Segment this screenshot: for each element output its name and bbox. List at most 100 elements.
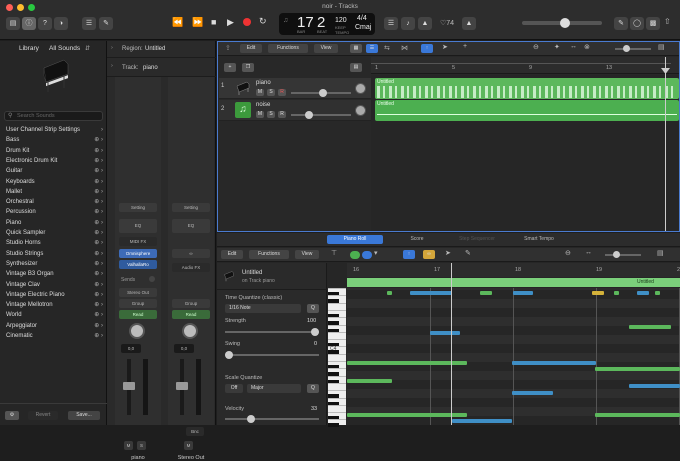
library-item[interactable]: Vintage Clav ⊕ › — [0, 281, 107, 291]
rewind-icon[interactable]: ⏪ — [172, 17, 183, 28]
audio-fx-slot[interactable]: Audio FX — [172, 263, 210, 272]
white-key[interactable] — [328, 419, 346, 421]
zoom-fit-icon[interactable]: ↔ — [585, 249, 592, 256]
midi-note[interactable] — [347, 379, 392, 383]
lcd-display[interactable]: ♫ 17 2 BAR BEAT 120 KEEP TEMPO 4/4 Cmaj — [279, 13, 375, 35]
pointer-tool-icon[interactable]: ➤ — [442, 43, 448, 51]
tuner-icon[interactable]: ♪ — [401, 17, 415, 30]
instrument-slot[interactable]: Omnisphere — [119, 249, 157, 258]
library-item[interactable]: Mallet ⊕ › — [0, 188, 107, 198]
horizontal-zoom-slider[interactable] — [615, 45, 651, 52]
grid-view-icon[interactable]: ▦ — [350, 44, 362, 53]
group-slot[interactable]: Group — [172, 299, 210, 308]
group-slot[interactable]: Group — [119, 299, 157, 308]
white-key[interactable] — [328, 309, 346, 311]
record-enable-button[interactable]: R — [278, 89, 286, 96]
strength-slider[interactable] — [225, 328, 319, 336]
eq-button[interactable]: EQ — [119, 219, 157, 233]
automation-icon[interactable]: ⊖ — [533, 43, 539, 51]
white-key[interactable] — [328, 317, 346, 319]
zoom-knob[interactable] — [613, 251, 620, 258]
help-icon[interactable]: ? — [38, 17, 52, 30]
duplicate-track-icon[interactable]: ❐ — [242, 63, 254, 72]
scale-root-select[interactable]: Off — [225, 384, 243, 393]
piano-grid[interactable] — [347, 263, 680, 425]
zoom-fit-icon[interactable]: ↔ — [570, 43, 577, 50]
eq-button[interactable]: EQ — [172, 219, 210, 233]
snap-icon[interactable]: ↑ — [421, 44, 433, 53]
output-slot[interactable]: Stereo Out — [119, 288, 157, 297]
vertical-zoom-icon[interactable]: ▤ — [657, 249, 664, 257]
piano-roll-options-icon[interactable]: ▾ — [374, 249, 378, 257]
pencil-tool-icon[interactable]: ✎ — [465, 249, 471, 257]
midi-note[interactable] — [629, 384, 680, 388]
white-key[interactable] — [328, 382, 346, 384]
black-key[interactable] — [328, 423, 339, 428]
library-item[interactable]: Cinematic ⊕ › — [0, 332, 107, 342]
library-item[interactable]: Vintage Mellotron ⊕ › — [0, 301, 107, 311]
velocity-slider[interactable] — [225, 415, 319, 423]
stop-icon[interactable]: ■ — [211, 17, 216, 27]
midi-note[interactable] — [480, 291, 492, 295]
bounce-button[interactable]: Bnc — [186, 427, 204, 436]
vertical-zoom-icon[interactable]: ▤ — [658, 43, 665, 51]
library-item[interactable]: Arpeggiator ⊕ › — [0, 322, 107, 332]
library-item[interactable]: World ⊕ › — [0, 311, 107, 321]
region-noise[interactable]: Untitled — [375, 100, 679, 121]
chevron-right-icon[interactable]: ⊕ › — [94, 229, 103, 239]
slider-knob[interactable] — [319, 89, 327, 97]
time-quantize-select[interactable]: 1/16 Note — [225, 304, 301, 313]
white-key[interactable] — [328, 295, 346, 297]
piano-ruler[interactable]: 1617181920 — [347, 263, 680, 277]
library-item[interactable]: User Channel Strip Settings › — [0, 126, 107, 136]
white-key[interactable] — [328, 412, 346, 414]
piano-keyboard[interactable]: C4 — [328, 288, 346, 428]
volume-fader-cap[interactable] — [176, 382, 188, 390]
chevron-right-icon[interactable]: ⊕ › — [94, 260, 103, 270]
library-item[interactable]: Drum Kit ⊕ › — [0, 147, 107, 157]
library-item[interactable]: Guitar ⊕ › — [0, 167, 107, 177]
solo-icon[interactable]: ▲ — [418, 17, 432, 30]
pan-knob[interactable] — [182, 323, 198, 339]
library-item[interactable]: Keyboards ⊕ › — [0, 178, 107, 188]
view-menu[interactable]: View — [295, 250, 319, 259]
white-key[interactable] — [328, 404, 346, 406]
tab-step-sequencer[interactable]: Step Sequencer — [449, 235, 505, 244]
chevron-right-icon[interactable]: ⊕ › — [94, 157, 103, 167]
list-view-icon[interactable]: ☰ — [366, 44, 378, 53]
chevron-right-icon[interactable]: ⊕ › — [94, 250, 103, 260]
chevron-right-icon[interactable]: ⊕ › — [94, 301, 103, 311]
white-key[interactable] — [328, 339, 346, 341]
chevron-right-icon[interactable]: ⊕ › — [94, 178, 103, 188]
library-item[interactable]: Vintage B3 Organ ⊕ › — [0, 270, 107, 280]
track-volume-slider[interactable] — [291, 111, 351, 119]
notepad-icon[interactable]: ✎ — [614, 17, 628, 30]
browser-icon[interactable]: ▩ — [646, 17, 660, 30]
chevron-right-icon[interactable]: ⊕ › — [94, 136, 103, 146]
mixer-icon[interactable]: ☰ — [82, 17, 96, 30]
midi-note[interactable] — [387, 291, 392, 295]
mute-button[interactable]: M — [184, 441, 193, 450]
chevron-right-icon[interactable]: ⊕ › — [94, 239, 103, 249]
snap-icon[interactable]: ↑ — [403, 250, 415, 259]
track-header-piano[interactable]: 1 piano M S R — [219, 78, 371, 99]
audio-fx-slot[interactable]: ValhallaRo — [119, 260, 157, 269]
waveform-icon[interactable]: ✦ — [554, 43, 560, 51]
midi-fx-slot[interactable]: MIDI FX — [119, 237, 157, 246]
edit-menu[interactable]: Edit — [221, 250, 243, 259]
track-volume-slider[interactable] — [291, 89, 351, 97]
chevron-right-icon[interactable]: ⊕ › — [94, 281, 103, 291]
track-pan-knob[interactable] — [355, 83, 366, 94]
functions-menu[interactable]: Functions — [249, 250, 289, 259]
midi-in-toggle[interactable] — [350, 251, 360, 259]
library-item[interactable]: Bass ⊕ › — [0, 136, 107, 146]
link-icon[interactable]: ∞ — [172, 249, 210, 258]
piano-region-bar[interactable]: Untitled — [347, 278, 680, 287]
white-key[interactable] — [328, 331, 346, 333]
play-icon[interactable]: ▶ — [227, 17, 234, 28]
revert-button[interactable]: Revert — [28, 411, 58, 420]
zoom-knob[interactable] — [623, 45, 630, 52]
library-item[interactable]: Synthesizer ⊕ › — [0, 260, 107, 270]
library-toggle-icon[interactable]: ▤ — [6, 17, 20, 30]
midi-note[interactable] — [595, 367, 680, 371]
